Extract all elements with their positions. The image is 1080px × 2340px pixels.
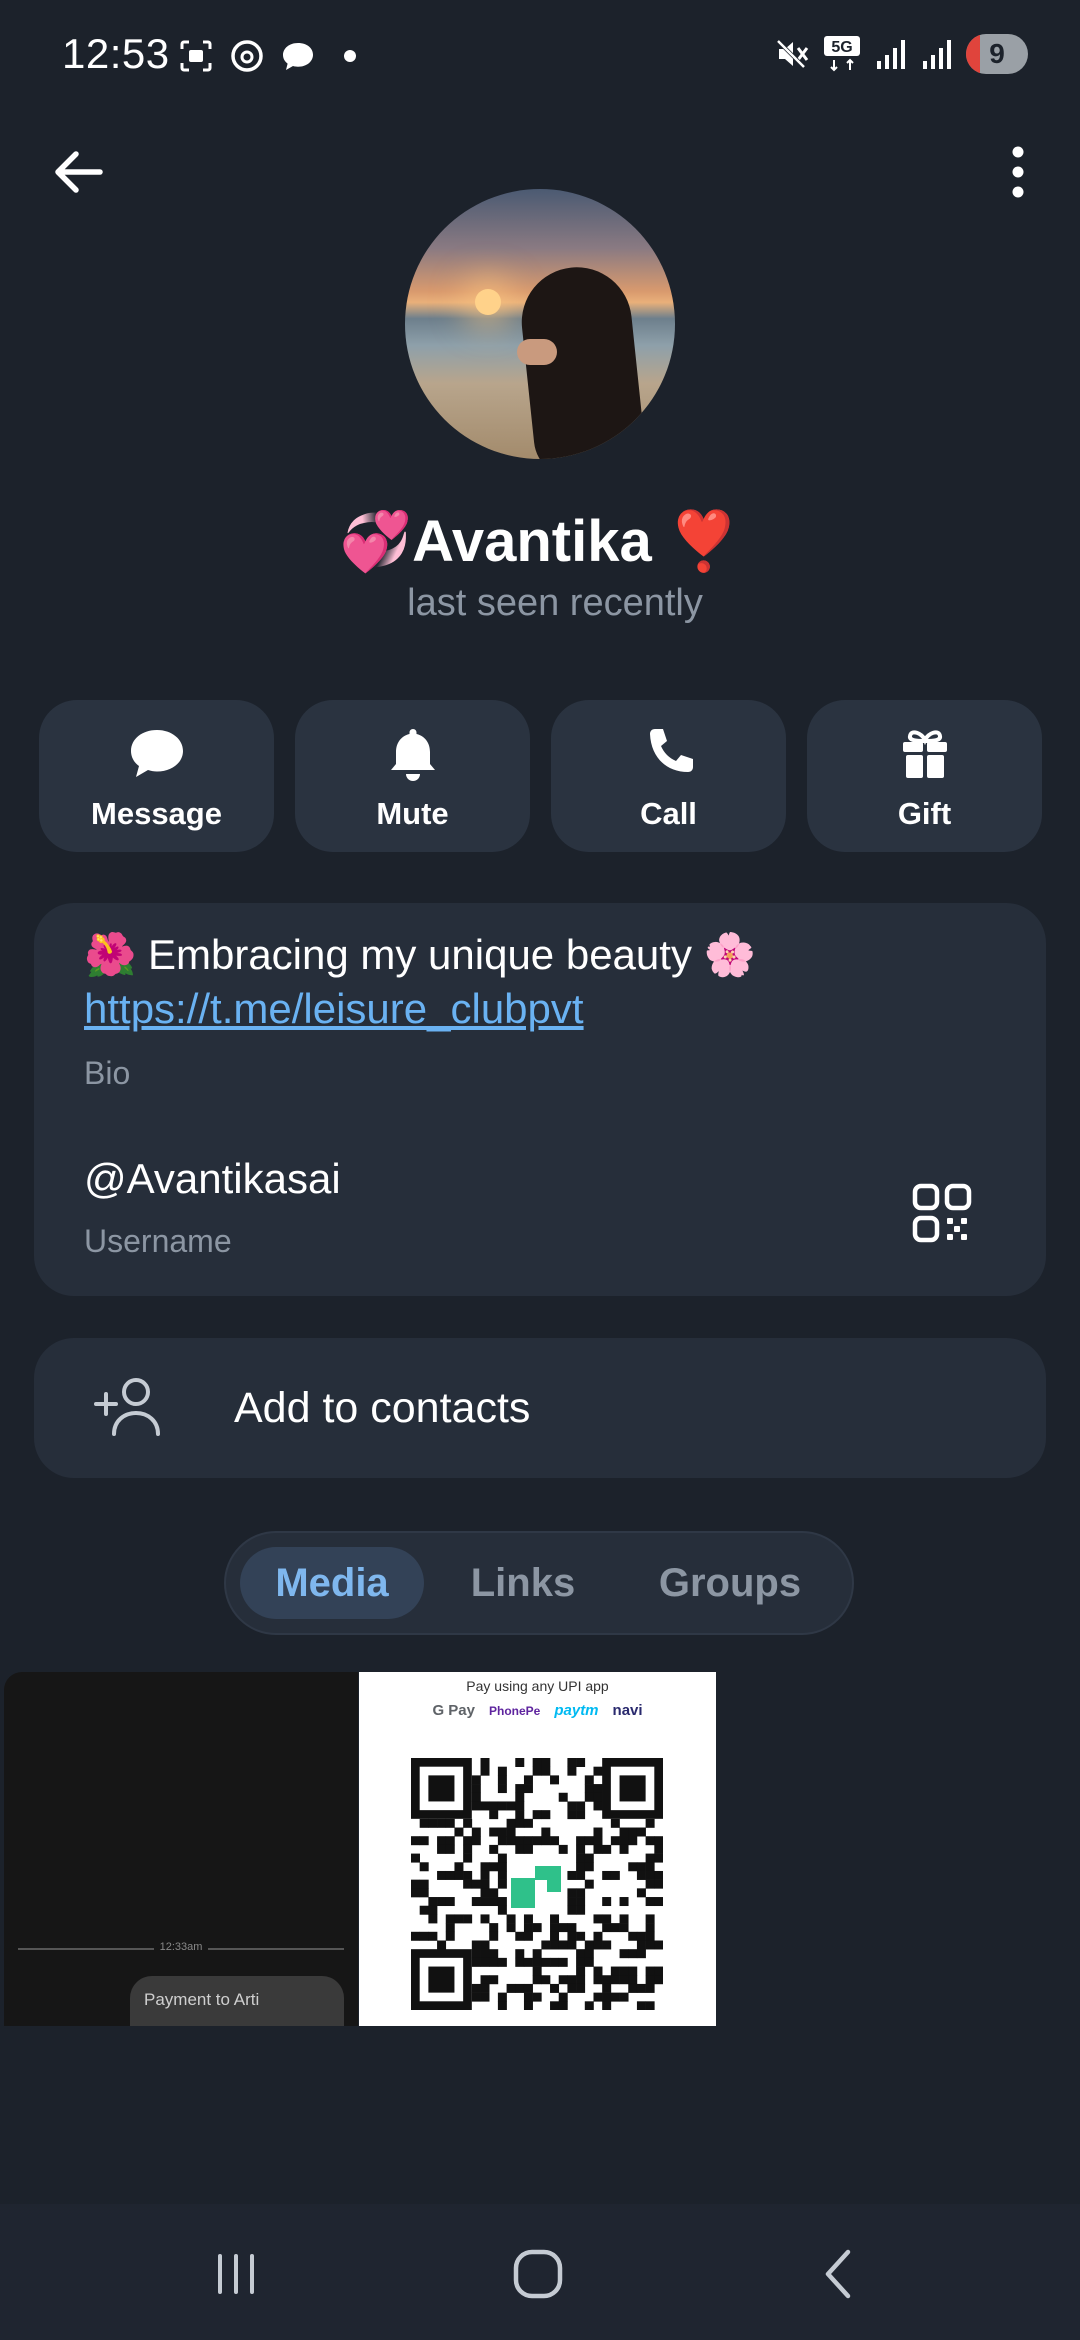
bio-label: Bio bbox=[84, 1055, 131, 1091]
add-person-icon bbox=[94, 1378, 160, 1436]
battery-indicator: 9 bbox=[966, 34, 1028, 74]
username[interactable]: @Avantikasai bbox=[84, 1155, 341, 1203]
qr-code-icon[interactable] bbox=[911, 1182, 973, 1244]
media-thumbnail-payment[interactable]: 12:33am Payment to Arti bbox=[4, 1672, 358, 2026]
phonepe-logo: PhonePe bbox=[488, 1703, 541, 1718]
info-card: 🌺 Embracing my unique beauty 🌸 https://t… bbox=[34, 903, 1046, 1296]
gift-button[interactable]: Gift bbox=[807, 700, 1042, 852]
hibiscus-emoji: 🌺 bbox=[84, 931, 137, 978]
status-bar: 12:53 5G 9 bbox=[0, 0, 1080, 115]
home-icon[interactable] bbox=[508, 2244, 568, 2304]
media-payment-text: Payment to Arti bbox=[144, 1990, 260, 2009]
gift-icon bbox=[902, 730, 947, 778]
mute-label: Mute bbox=[376, 796, 449, 831]
upi-apps: G Pay PhonePe paytm navi bbox=[359, 1702, 716, 1719]
call-button[interactable]: Call bbox=[551, 700, 786, 852]
recent-apps-icon[interactable] bbox=[206, 2244, 266, 2304]
screenshot-icon bbox=[180, 40, 212, 72]
phone-icon bbox=[649, 729, 693, 772]
add-to-contacts-label: Add to contacts bbox=[234, 1384, 531, 1432]
media-tabs: Media Links Groups bbox=[224, 1531, 854, 1635]
profile-last-seen: last seen recently bbox=[407, 582, 703, 624]
tab-groups[interactable]: Groups bbox=[622, 1547, 838, 1619]
message-button[interactable]: Message bbox=[39, 700, 274, 852]
add-to-contacts-button[interactable]: Add to contacts bbox=[34, 1338, 1046, 1478]
signal-icon-2 bbox=[923, 40, 951, 69]
username-label: Username bbox=[84, 1223, 232, 1259]
profile-screen: 12:53 5G 9 💞Avantika ❣️ last seen recent… bbox=[0, 0, 1080, 2340]
bio-text-content: Embracing my unique beauty bbox=[147, 931, 692, 978]
profile-name: 💞Avantika ❣️ bbox=[339, 509, 741, 574]
action-buttons: Message Mute Call Gift bbox=[39, 700, 1042, 852]
navi-logo: navi bbox=[612, 1702, 643, 1719]
bio-text[interactable]: 🌺 Embracing my unique beauty 🌸 bbox=[84, 931, 756, 980]
mute-icon bbox=[775, 38, 809, 70]
navigation-bar bbox=[0, 2204, 1080, 2340]
bio-link[interactable]: https://t.me/leisure_clubpvt bbox=[84, 985, 584, 1033]
notification-icons bbox=[178, 38, 356, 74]
gift-label: Gift bbox=[897, 796, 952, 831]
chat-bubble-icon bbox=[130, 730, 183, 777]
qr-code-image bbox=[411, 1758, 663, 2010]
media-thumbnail-qr[interactable]: Pay using any UPI app G Pay PhonePe payt… bbox=[359, 1672, 716, 2026]
more-options-icon[interactable] bbox=[986, 140, 1050, 204]
upi-title: Pay using any UPI app bbox=[466, 1678, 609, 1694]
tab-media[interactable]: Media bbox=[240, 1547, 424, 1619]
system-icons: 5G 9 bbox=[774, 34, 1028, 74]
paytm-logo: paytm bbox=[554, 1702, 599, 1719]
bell-icon bbox=[390, 729, 435, 781]
chat-notification-icon bbox=[283, 43, 313, 70]
more-notifications-dot bbox=[344, 50, 356, 62]
back-nav-icon[interactable] bbox=[810, 2244, 870, 2304]
svg-text:5G: 5G bbox=[831, 39, 852, 56]
5g-icon: 5G bbox=[824, 36, 860, 72]
gpay-logo: G Pay bbox=[432, 1702, 475, 1719]
call-label: Call bbox=[640, 796, 697, 831]
signal-icon bbox=[877, 40, 905, 69]
blossom-emoji: 🌸 bbox=[703, 931, 756, 978]
avatar[interactable] bbox=[405, 189, 675, 459]
message-label: Message bbox=[91, 796, 222, 831]
status-time: 12:53 bbox=[62, 30, 170, 77]
threads-icon bbox=[231, 40, 263, 72]
tab-links[interactable]: Links bbox=[430, 1547, 616, 1619]
media-timestamp: 12:33am bbox=[153, 1941, 209, 1953]
mute-button[interactable]: Mute bbox=[295, 700, 530, 852]
back-arrow-icon[interactable] bbox=[46, 140, 110, 204]
